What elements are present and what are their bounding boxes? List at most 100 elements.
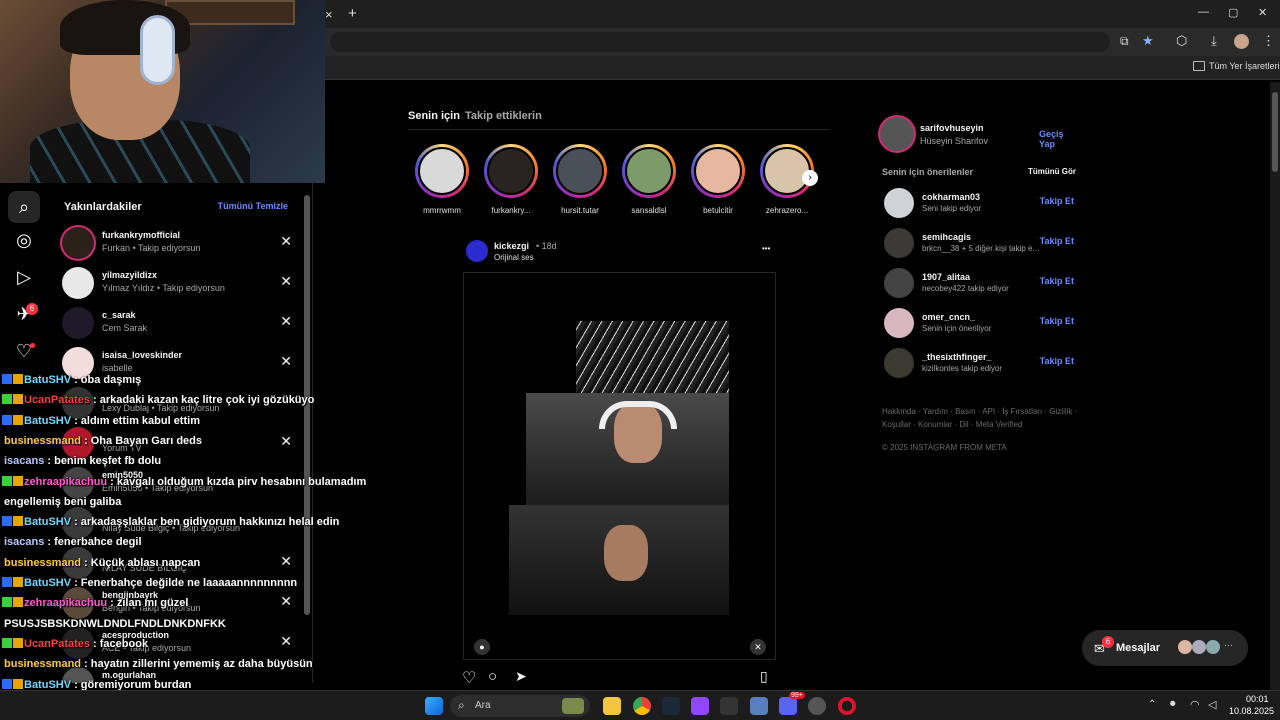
microphone-icon[interactable]: ⏺ [1170, 698, 1176, 711]
avatar [1178, 640, 1192, 654]
follow-button[interactable]: Takip Et [1040, 356, 1074, 366]
follow-button[interactable]: Takip Et [1040, 236, 1074, 246]
recent-item[interactable]: furkankrymofficial Furkan • Takip ediyor… [62, 225, 302, 263]
comment-icon[interactable]: ○ [488, 668, 497, 685]
volume-icon[interactable]: ◁ [1208, 698, 1216, 711]
avatar[interactable] [884, 188, 914, 218]
start-icon[interactable] [425, 697, 443, 715]
profile-avatar[interactable] [1234, 34, 1249, 49]
all-bookmarks-link[interactable]: Tüm Yer İşaretleri [1209, 61, 1280, 71]
suggestion-username[interactable]: _thesixthfinger_ [922, 352, 992, 362]
remove-icon[interactable]: ✕ [280, 313, 292, 330]
chat-message: BatuSHV: aldım ettim kabul ettim [2, 414, 200, 427]
file-explorer-icon[interactable] [603, 697, 621, 715]
recent-username: furkankrymofficial [102, 230, 181, 240]
chat-message: isacans: benim keşfet fb dolu [4, 455, 161, 467]
chrome-icon[interactable] [633, 697, 651, 715]
footer-links[interactable]: Hakkında · Yardım · Basın · API · İş Fır… [882, 405, 1078, 431]
chat-message: isacans: fenerbahce degil [4, 536, 142, 548]
remove-icon[interactable]: ✕ [280, 233, 292, 250]
clear-all-button[interactable]: Tümünü Temizle [218, 201, 288, 211]
post-video[interactable]: ● ✕ [463, 272, 776, 660]
follow-button[interactable]: Takip Et [1040, 316, 1074, 326]
suggestion-username[interactable]: omer_cncn_ [922, 312, 975, 322]
suggestion-username[interactable]: 1907_alitaa [922, 272, 970, 282]
wifi-icon[interactable]: ◠ [1190, 698, 1200, 711]
bookmark-star-icon[interactable]: ★ [1142, 33, 1154, 49]
chat-username: zehraapikachuu [24, 597, 108, 610]
minimize-button[interactable]: — [1198, 6, 1209, 18]
stories-next-button[interactable]: › [802, 170, 818, 186]
cast-icon[interactable]: ⧉ [1120, 34, 1129, 49]
avatar[interactable] [466, 240, 488, 262]
steam-icon[interactable] [662, 697, 680, 715]
suggestion-username[interactable]: semihcagis [922, 232, 971, 242]
my-username[interactable]: sarifovhuseyin [920, 123, 984, 133]
save-icon[interactable]: ▯ [760, 668, 768, 685]
chat-username: businessmand [4, 658, 82, 671]
scroll-thumb[interactable] [1272, 92, 1278, 172]
chat-text: : benim keşfet fb dolu [47, 455, 162, 468]
avatar[interactable] [884, 268, 914, 298]
chat-text: : oba daşmış [74, 374, 142, 386]
suggestion-item: cokharman03 Seni takip ediyor Takip Et [884, 188, 1074, 220]
extensions-icon[interactable]: ⬡ [1176, 33, 1187, 49]
post-audio[interactable]: Orijinal ses [494, 253, 534, 262]
remove-icon[interactable]: ✕ [280, 353, 292, 370]
recent-item[interactable]: yilmazyildizx Yılmaz Yıldız • Takip ediy… [62, 265, 302, 303]
post-header: kickezgi • 18d Orijinal ses ••• [466, 238, 776, 268]
tab-following[interactable]: Takip ettiklerin [465, 110, 542, 122]
close-window-button[interactable]: ✕ [1258, 6, 1267, 19]
chat-badge-icon [2, 678, 12, 689]
story-username: betulcitir [703, 206, 733, 215]
feed-tabs: Senin için Takip ettiklerin [408, 110, 830, 130]
clock-time[interactable]: 00:01 [1246, 694, 1269, 704]
avatar[interactable] [884, 228, 914, 258]
app-icon[interactable] [808, 697, 826, 715]
post-time: • 18d [536, 241, 557, 251]
chat-username: businessmand [4, 556, 82, 569]
epic-games-icon[interactable] [720, 697, 738, 715]
chat-message: zehraapikachuu: zilan mı güzel [2, 597, 188, 609]
mute-icon[interactable]: ✕ [750, 639, 766, 655]
opera-gx-icon[interactable] [838, 697, 856, 715]
recent-item[interactable]: c_sarak Cem Sarak ✕ [62, 305, 302, 343]
chat-username: UcanPatates [24, 394, 91, 407]
tray-chevron-icon[interactable]: ⌃ [1148, 699, 1156, 710]
share-icon[interactable]: ➤ [515, 668, 527, 685]
avatar[interactable] [880, 117, 914, 151]
twitch-icon[interactable] [691, 697, 709, 715]
switch-account-button[interactable]: Geçiş Yap [1039, 129, 1078, 149]
chat-message: businessmand: hayatın zillerini yememiş … [4, 658, 313, 670]
app-icon[interactable] [750, 697, 768, 715]
post-more-button[interactable]: ••• [762, 244, 770, 253]
tab-for-you[interactable]: Senin için [408, 110, 460, 122]
browser-menu-icon[interactable]: ⋮ [1262, 33, 1275, 49]
chat-text: : arkadaki kazan kaç litre çok iyi gözük… [93, 394, 315, 407]
chat-badge-icon [2, 475, 12, 486]
chat-username: zehraapikachuu [24, 475, 108, 488]
address-bar[interactable] [330, 32, 1110, 52]
reels-icon[interactable]: ▷ [12, 265, 36, 289]
avatar[interactable] [884, 308, 914, 338]
tab-close-icon[interactable]: × [325, 7, 333, 22]
page-scrollbar[interactable] [1270, 82, 1280, 700]
post-username[interactable]: kickezgi [494, 241, 529, 251]
maximize-button[interactable]: ▢ [1228, 6, 1238, 19]
follow-button[interactable]: Takip Et [1040, 276, 1074, 286]
user-tag-icon[interactable]: ● [474, 639, 490, 655]
discord-icon[interactable] [779, 697, 797, 715]
follow-button[interactable]: Takip Et [1040, 196, 1074, 206]
see-all-button[interactable]: Tümünü Gör [1028, 167, 1076, 176]
remove-icon[interactable]: ✕ [280, 273, 292, 290]
search-icon[interactable]: ⌕ [8, 191, 40, 223]
messages-button[interactable]: ✉ 6 Mesajlar ··· [1082, 630, 1248, 666]
like-icon[interactable]: ♡ [462, 668, 476, 688]
download-icon[interactable]: ⤓ [1211, 33, 1217, 49]
new-tab-button[interactable]: + [348, 5, 357, 22]
clock-date[interactable]: 10.08.2025 [1229, 706, 1274, 716]
avatar[interactable] [884, 348, 914, 378]
explore-icon[interactable]: ◎ [12, 228, 36, 252]
taskbar-search[interactable]: ⌕ Ara [450, 695, 590, 717]
suggestion-username[interactable]: cokharman03 [922, 192, 980, 202]
